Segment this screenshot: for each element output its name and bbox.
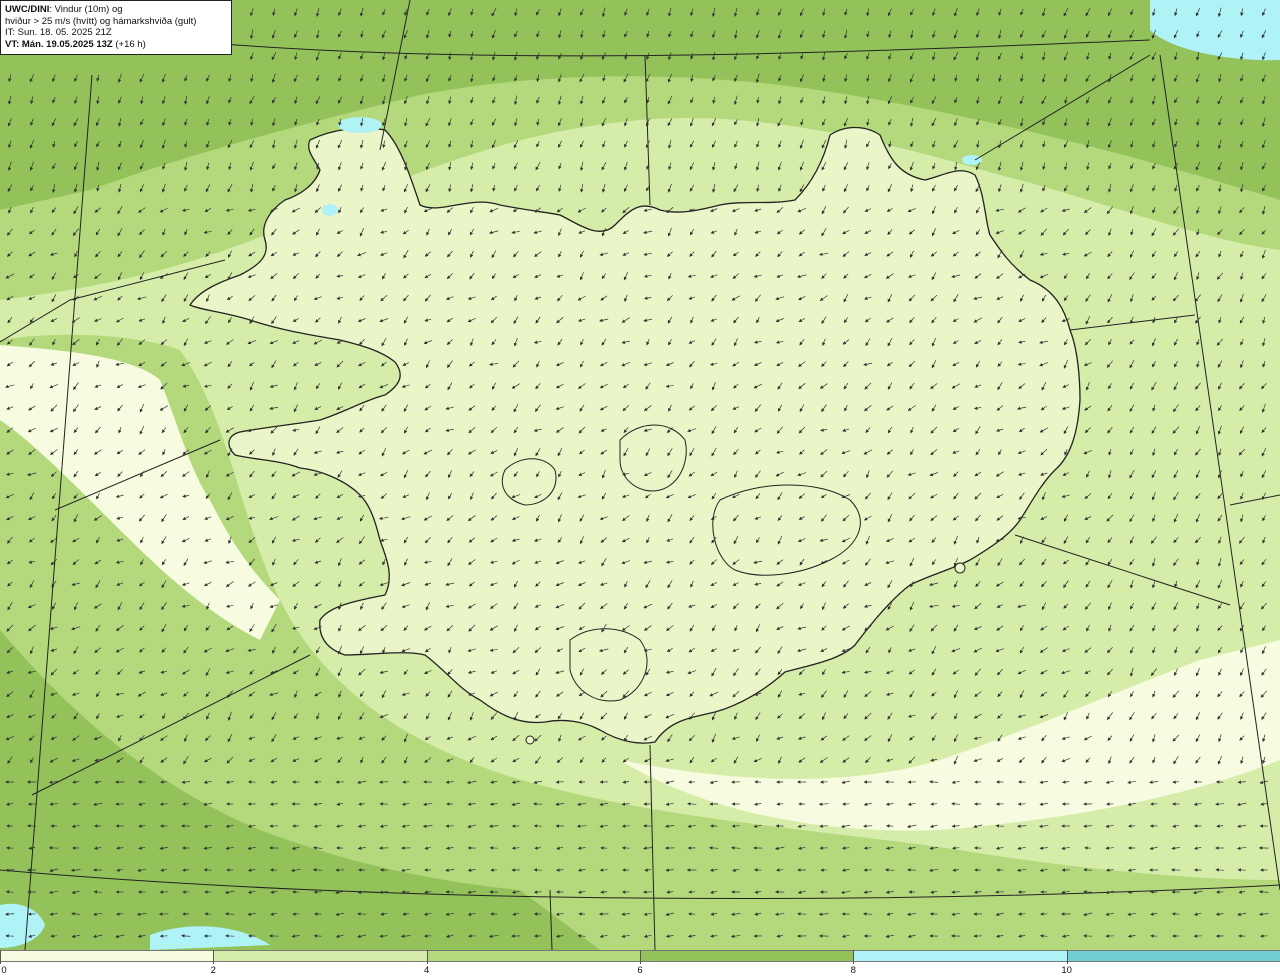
- cyan-patch-lake: [322, 204, 338, 216]
- map-title-box: UWC/DINI: Vindur (10m) og hviður > 25 m/…: [0, 0, 232, 55]
- legend-label: 6: [637, 965, 643, 976]
- legend-tick: [640, 950, 641, 964]
- title-line-1: UWC/DINI: Vindur (10m) og: [5, 4, 123, 15]
- cyan-patch-west: [338, 117, 382, 133]
- color-legend: 0 2 4 6 8 10: [0, 950, 1280, 978]
- wind-map[interactable]: [0, 0, 1280, 950]
- legend-swatch: [1066, 950, 1280, 962]
- legend-swatch: [853, 950, 1067, 962]
- legend-tick: [853, 950, 855, 964]
- legend-label: 0: [1, 965, 7, 976]
- title-line-3: IT: Sun. 18. 05. 2025 21Z: [5, 27, 112, 38]
- legend-swatch: [426, 950, 640, 962]
- legend-tick: [426, 950, 428, 964]
- island-small: [525, 735, 535, 745]
- legend-swatch: [213, 950, 427, 962]
- legend-label: 10: [1061, 965, 1072, 976]
- legend-tick: [213, 950, 215, 964]
- legend-tick: [0, 950, 1, 964]
- legend-swatch: [0, 950, 214, 962]
- legend-tick: [1066, 950, 1068, 964]
- legend-label: 2: [210, 965, 216, 976]
- island-small: [954, 562, 966, 574]
- legend-label: 4: [424, 965, 430, 976]
- title-line-4: VT: Mán. 19.05.2025 13Z (+16 h): [5, 38, 146, 50]
- title-line-2: hviður > 25 m/s (hvítt) og hámarkshviða …: [5, 15, 197, 27]
- legend-label: 8: [850, 965, 856, 976]
- legend-swatch: [640, 950, 854, 962]
